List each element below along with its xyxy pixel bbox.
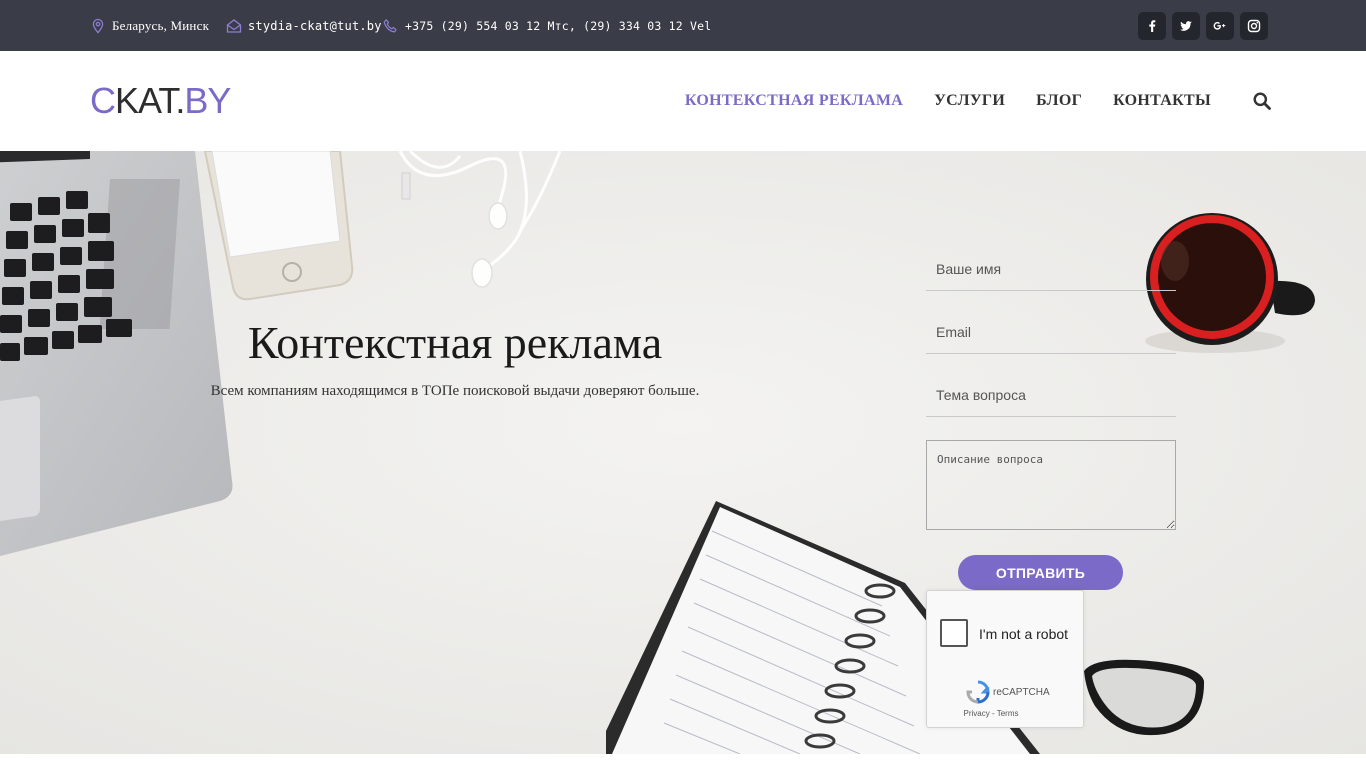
main-header: CKAT.BY КОНТЕКСТНАЯ РЕКЛАМА УСЛУГИ БЛОГ … — [0, 51, 1366, 151]
twitter-icon[interactable] — [1172, 12, 1200, 40]
email-text[interactable]: stydia-ckat@tut.by — [248, 19, 382, 33]
name-input[interactable] — [926, 247, 1176, 291]
search-icon[interactable] — [1252, 91, 1272, 111]
recaptcha-logo-icon — [966, 680, 990, 704]
description-textarea[interactable] — [926, 440, 1176, 530]
page-bottom-strip — [0, 754, 1366, 768]
nav-item-services[interactable]: УСЛУГИ — [934, 92, 1005, 110]
top-bar: Беларусь, Минск stydia-ckat@tut.by +375 … — [0, 0, 1366, 51]
recaptcha-privacy-link[interactable]: Privacy — [964, 709, 990, 718]
site-logo[interactable]: CKAT.BY — [90, 81, 231, 121]
nav-item-context-ads[interactable]: КОНТЕКСТНАЯ РЕКЛАМА — [685, 92, 903, 110]
instagram-icon[interactable] — [1240, 12, 1268, 40]
map-pin-icon — [90, 18, 106, 34]
hero-subtitle: Всем компаниям находящимся в ТОПе поиско… — [210, 383, 700, 399]
recaptcha-links: Privacy - Terms — [927, 709, 1055, 718]
envelope-icon — [226, 18, 242, 34]
main-nav: КОНТЕКСТНАЯ РЕКЛАМА УСЛУГИ БЛОГ КОНТАКТЫ — [654, 51, 1272, 151]
email-input[interactable] — [926, 310, 1176, 354]
google-plus-icon[interactable] — [1206, 12, 1234, 40]
submit-button[interactable]: ОТПРАВИТЬ — [958, 555, 1123, 590]
contact-phone[interactable]: +375 (29) 554 03 12 Мтс, (29) 334 03 12 … — [383, 0, 711, 51]
recaptcha-terms-link[interactable]: Terms — [997, 709, 1019, 718]
recaptcha-brand: reCAPTCHA — [993, 687, 1050, 698]
facebook-icon[interactable] — [1138, 12, 1166, 40]
hero-section: Контекстная реклама Всем компаниям наход… — [0, 151, 1366, 754]
location-text: Беларусь, Минск — [112, 17, 210, 33]
nav-item-blog[interactable]: БЛОГ — [1036, 92, 1082, 110]
phone-text[interactable]: +375 (29) 554 03 12 Мтс, (29) 334 03 12 … — [405, 19, 711, 33]
recaptcha-widget: I'm not a robot reCAPTCHA Privacy - Term… — [926, 590, 1084, 728]
recaptcha-checkbox[interactable] — [940, 619, 968, 647]
hero-title: Контекстная реклама — [247, 317, 663, 368]
topic-input[interactable] — [926, 373, 1176, 417]
phone-icon — [383, 18, 399, 34]
nav-item-contacts[interactable]: КОНТАКТЫ — [1113, 92, 1211, 110]
social-links — [1138, 12, 1268, 40]
recaptcha-link-separator: - — [989, 709, 997, 718]
contact-email[interactable]: stydia-ckat@tut.by — [226, 0, 382, 51]
recaptcha-label: I'm not a robot — [979, 626, 1069, 642]
contact-location: Беларусь, Минск — [90, 0, 209, 51]
